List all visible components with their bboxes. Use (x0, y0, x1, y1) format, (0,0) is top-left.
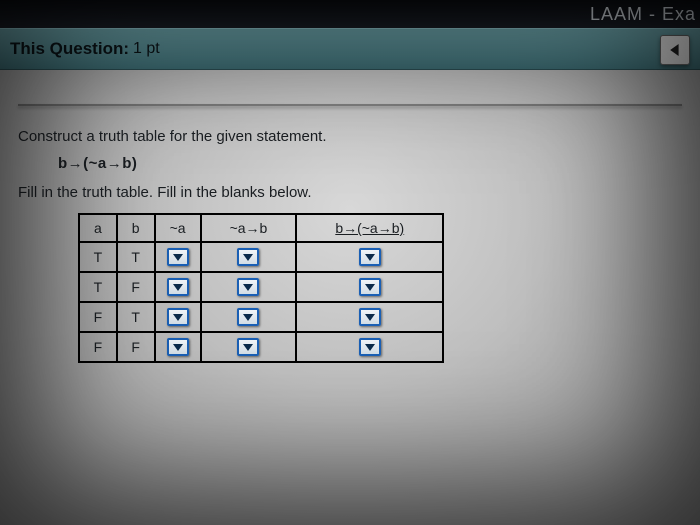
dropdown-blank[interactable] (237, 248, 259, 266)
chevron-down-icon (365, 282, 375, 292)
app-title-partial: LAAM - Exa (590, 4, 696, 24)
question-prompt: Construct a truth table for the given st… (18, 128, 682, 145)
fill-prompt: Fill in the truth table. Fill in the bla… (18, 184, 682, 201)
chevron-down-icon (243, 312, 253, 322)
cell-a: T (79, 272, 117, 302)
cell-b: F (117, 332, 155, 362)
chevron-down-icon (173, 252, 183, 262)
table-header-row: a b ~a ~a→b b→(~a→b) (79, 214, 443, 242)
table-row: F T (79, 302, 443, 332)
truth-table: a b ~a ~a→b b→(~a→b) T T T F F (78, 213, 444, 363)
logic-statement: b→(~a→b) (58, 155, 682, 172)
cell-a: F (79, 332, 117, 362)
dropdown-blank[interactable] (359, 278, 381, 296)
dropdown-blank[interactable] (237, 338, 259, 356)
cell-a: F (79, 302, 117, 332)
dropdown-blank[interactable] (167, 338, 189, 356)
chevron-down-icon (365, 342, 375, 352)
question-points: 1 pt (133, 40, 160, 58)
dropdown-blank[interactable] (359, 308, 381, 326)
chevron-down-icon (243, 342, 253, 352)
dropdown-blank[interactable] (167, 308, 189, 326)
divider (18, 104, 682, 106)
table-row: T F (79, 272, 443, 302)
dropdown-blank[interactable] (167, 278, 189, 296)
cell-b: F (117, 272, 155, 302)
chevron-down-icon (243, 282, 253, 292)
chevron-down-icon (243, 252, 253, 262)
col-a: a (79, 214, 117, 242)
chevron-down-icon (173, 312, 183, 322)
app-header: LAAM - Exa (0, 0, 700, 28)
dropdown-blank[interactable] (167, 248, 189, 266)
chevron-down-icon (173, 282, 183, 292)
col-nota-imp-b: ~a→b (201, 214, 297, 242)
previous-button[interactable] (660, 35, 690, 65)
chevron-down-icon (365, 312, 375, 322)
dropdown-blank[interactable] (359, 248, 381, 266)
table-row: T T (79, 242, 443, 272)
cell-b: T (117, 242, 155, 272)
question-label: This Question: (10, 39, 129, 59)
col-b: b (117, 214, 155, 242)
dropdown-blank[interactable] (359, 338, 381, 356)
question-title-bar: This Question: 1 pt (0, 28, 700, 70)
triangle-left-icon (669, 44, 681, 56)
col-not-a: ~a (155, 214, 201, 242)
dropdown-blank[interactable] (237, 308, 259, 326)
table-row: F F (79, 332, 443, 362)
dropdown-blank[interactable] (237, 278, 259, 296)
col-final: b→(~a→b) (296, 214, 443, 242)
cell-b: T (117, 302, 155, 332)
cell-a: T (79, 242, 117, 272)
question-content: Construct a truth table for the given st… (0, 70, 700, 363)
chevron-down-icon (173, 342, 183, 352)
chevron-down-icon (365, 252, 375, 262)
